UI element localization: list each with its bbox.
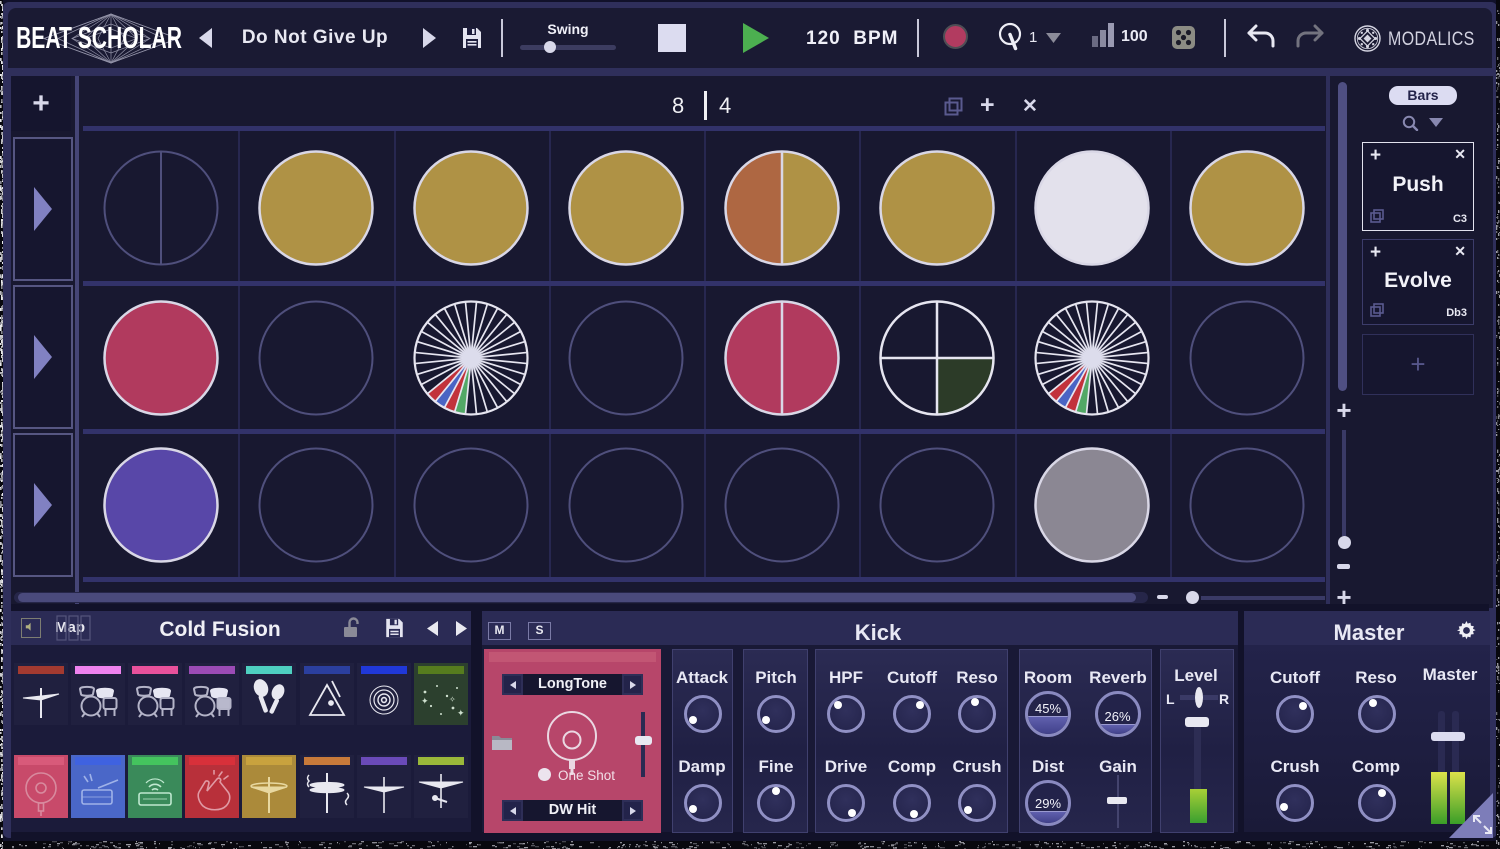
svg-text:✧: ✧ <box>449 695 456 704</box>
svg-text:✦: ✦ <box>457 708 465 718</box>
svg-text:✦: ✦ <box>421 696 429 706</box>
svg-text:BEAT SCHOLAR: BEAT SCHOLAR <box>16 20 182 55</box>
